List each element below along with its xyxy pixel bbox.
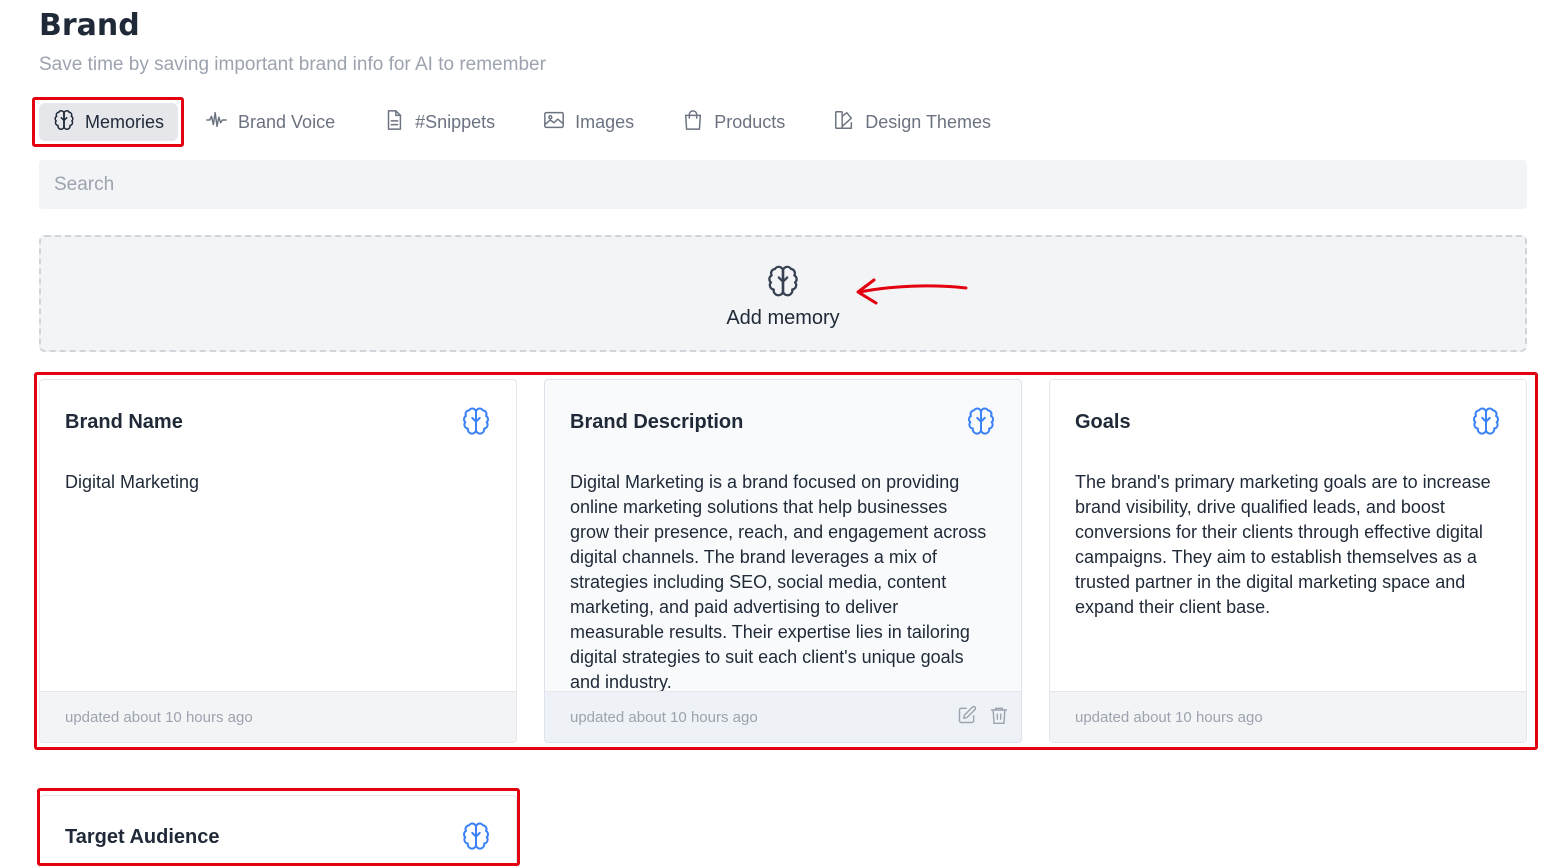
swatch-icon [833, 109, 855, 136]
edit-icon[interactable] [957, 705, 977, 730]
add-memory-button[interactable]: Add memory [39, 235, 1527, 352]
memory-card-brand-description[interactable]: Brand Description Digital Marketing is a… [544, 379, 1022, 743]
document-icon [383, 109, 405, 136]
memory-body: The brand's primary marketing goals are … [1075, 472, 1491, 617]
tab-label: Memories [85, 111, 165, 132]
memory-updated: updated about 10 hours ago [1075, 709, 1263, 726]
memory-card-target-audience[interactable]: Target Audience [39, 795, 517, 868]
memory-body: Digital Marketing [65, 472, 200, 492]
memory-card-goals[interactable]: Goals The brand's primary marketing goal… [1049, 379, 1527, 743]
memory-title: Goals [1075, 411, 1131, 433]
waveform-icon [206, 109, 228, 136]
memory-title: Target Audience [65, 826, 220, 848]
tab-label: Design Themes [865, 111, 991, 132]
annotation-arrow [856, 278, 968, 305]
trash-icon[interactable] [989, 705, 1009, 730]
memory-footer: updated about 10 hours ago [40, 691, 516, 742]
search-input[interactable] [39, 160, 1527, 209]
tab-snippets[interactable]: #Snippets [369, 103, 509, 141]
memory-updated: updated about 10 hours ago [65, 709, 253, 726]
tab-label: Images [575, 111, 635, 132]
tab-brand-voice[interactable]: Brand Voice [192, 103, 349, 141]
brain-icon [966, 406, 996, 436]
brain-icon [53, 109, 75, 136]
memory-card-brand-name[interactable]: Brand Name Digital Marketing updated abo… [39, 379, 517, 743]
brain-icon [766, 258, 800, 307]
brain-icon [1471, 406, 1501, 436]
memory-body: Digital Marketing is a brand focused on … [570, 472, 987, 692]
tab-label: #Snippets [415, 111, 496, 132]
tab-bar: Memories Brand Voice #Snippets Images Pr… [39, 102, 1025, 142]
memory-actions [957, 705, 1009, 730]
memory-updated: updated about 10 hours ago [570, 709, 758, 726]
memory-title: Brand Name [65, 411, 183, 433]
memory-footer: updated about 10 hours ago [1050, 691, 1526, 742]
tab-products[interactable]: Products [668, 103, 799, 141]
add-memory-label: Add memory [726, 306, 840, 329]
brain-icon [461, 821, 491, 851]
tab-images[interactable]: Images [529, 103, 648, 141]
page-subtitle: Save time by saving important brand info… [39, 54, 546, 75]
memory-title: Brand Description [570, 411, 744, 433]
tab-memories[interactable]: Memories [39, 103, 179, 141]
shopping-bag-icon [682, 109, 704, 136]
tab-label: Products [714, 111, 786, 132]
brain-icon [461, 406, 491, 436]
image-icon [543, 109, 565, 136]
memory-footer: updated about 10 hours ago [545, 691, 1021, 742]
page-title: Brand [39, 8, 140, 43]
tab-design-themes[interactable]: Design Themes [819, 103, 1005, 141]
tab-label: Brand Voice [238, 111, 336, 132]
